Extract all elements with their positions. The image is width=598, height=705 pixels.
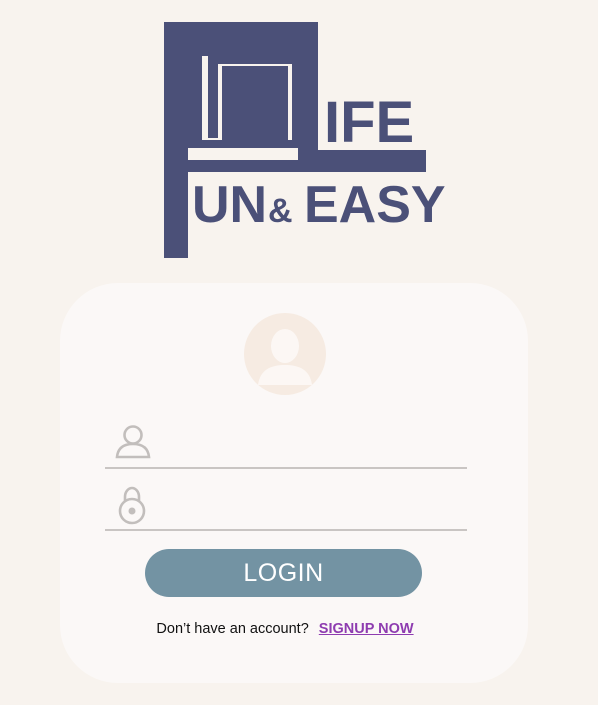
signup-prompt-text: Don’t have an account? (156, 621, 309, 637)
signup-row: Don’t have an account? SIGNUP NOW (60, 621, 510, 637)
lock-outline-icon (118, 486, 146, 525)
login-button[interactable]: LOGIN (145, 549, 422, 597)
username-field[interactable] (105, 423, 467, 469)
password-input[interactable] (165, 491, 465, 523)
logo-ife-text: IFE (324, 90, 414, 155)
fun-and-easy-life-logo: IFE UN & EASY (164, 22, 446, 258)
login-card: LOGIN Don’t have an account? SIGNUP NOW (60, 283, 528, 683)
login-page: IFE UN & EASY LOGIN Don’t have an accoun… (0, 0, 598, 705)
user-outline-icon (115, 425, 151, 459)
logo-easy-text: EASY (304, 176, 446, 234)
logo-ampersand-text: & (268, 192, 293, 230)
signup-now-link[interactable]: SIGNUP NOW (319, 621, 414, 637)
password-field[interactable] (105, 485, 467, 531)
logo-un-text: UN (192, 176, 267, 234)
user-silhouette-icon (244, 313, 326, 395)
username-input[interactable] (165, 429, 465, 461)
